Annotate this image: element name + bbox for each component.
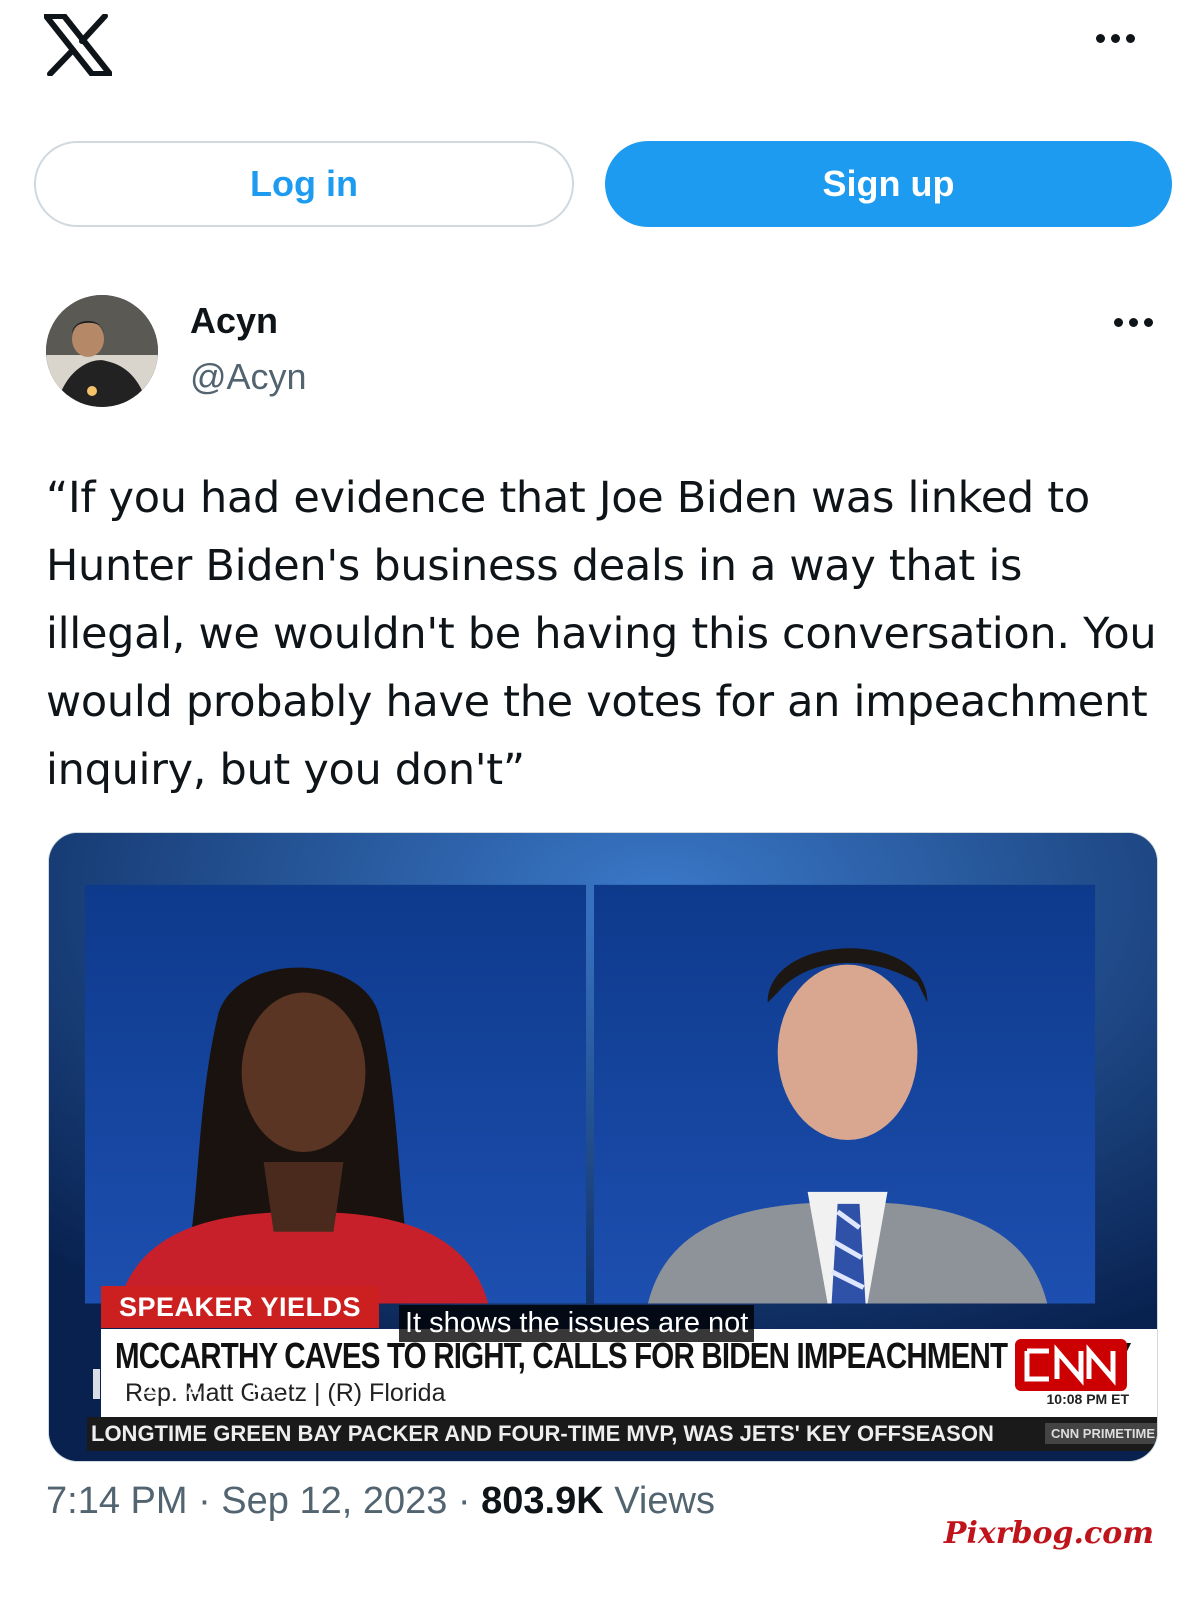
- author-handle[interactable]: @Acyn: [190, 356, 307, 398]
- signup-button[interactable]: Sign up: [605, 141, 1172, 227]
- ticker-tag: CNN PRIMETIME: [1045, 1423, 1157, 1444]
- pause-icon[interactable]: [93, 1369, 115, 1399]
- speaker-tag: SPEAKER YIELDS: [101, 1286, 380, 1328]
- avatar[interactable]: [46, 295, 158, 407]
- views-count: 803.9K: [481, 1480, 604, 1522]
- x-logo-icon[interactable]: [44, 14, 112, 76]
- views-label: Views: [614, 1480, 715, 1522]
- meta-separator: ·: [447, 1480, 482, 1522]
- post-text: “If you had evidence that Joe Biden was …: [46, 473, 1157, 795]
- video-player[interactable]: SPEAKER YIELDS MCCARTHY CAVES TO RIGHT, …: [48, 832, 1158, 1462]
- login-button[interactable]: Log in: [34, 141, 574, 227]
- author-name[interactable]: Acyn: [190, 300, 278, 342]
- ticker-text: LONGTIME GREEN BAY PACKER AND FOUR-TIME …: [91, 1421, 994, 1446]
- more-options-icon[interactable]: [1094, 28, 1138, 48]
- cnn-logo-icon: [1015, 1339, 1127, 1391]
- post-timestamp[interactable]: 7:14 PM · Sep 12, 2023: [46, 1480, 447, 1522]
- post-more-icon[interactable]: [1112, 312, 1156, 332]
- post-meta: 7:14 PM · Sep 12, 2023 · 803.9K Views: [46, 1480, 715, 1523]
- top-bar: [0, 0, 1200, 120]
- video-caption: It shows the issues are not: [399, 1305, 755, 1342]
- news-ticker: LONGTIME GREEN BAY PACKER AND FOUR-TIME …: [87, 1417, 1157, 1451]
- closed-captions-button[interactable]: CC: [253, 1375, 289, 1403]
- broadcast-time: 10:08 PM ET: [1046, 1391, 1129, 1407]
- watermark: Pixrbog.com: [943, 1516, 1154, 1551]
- avatar-photo: [46, 295, 158, 407]
- playback-time: 1:12: [141, 1365, 204, 1401]
- player-controls: 1:12 CC: [83, 1361, 293, 1409]
